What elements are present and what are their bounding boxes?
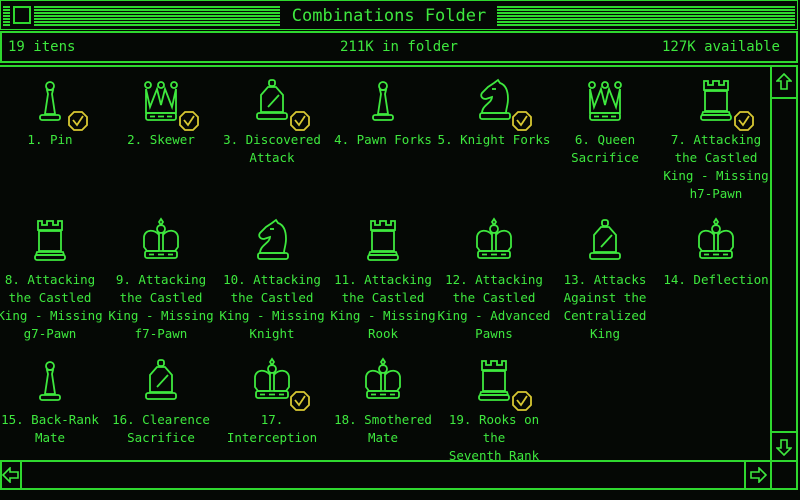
folder-item[interactable]: 1. Pin xyxy=(0,77,110,149)
folder-item[interactable]: 10. Attacking the Castled King - Missing… xyxy=(212,217,332,343)
bishop-icon xyxy=(248,77,310,131)
up-arrow-icon xyxy=(776,73,792,90)
folder-item-label: 3. Discovered Attack xyxy=(223,132,321,165)
title-bar[interactable]: Combinations Folder xyxy=(0,0,798,30)
folder-item-label: 8. Attacking the Castled King - Missing … xyxy=(0,272,103,341)
folder-item-label: 19. Rooks on the Seventh Rank xyxy=(448,412,540,463)
folder-item-label: 6. Queen Sacrifice xyxy=(571,132,639,165)
knight-icon xyxy=(248,217,296,267)
folder-item[interactable]: 12. Attacking the Castled King - Advance… xyxy=(434,217,554,343)
folder-item[interactable]: 7. Attacking the Castled King - Missing … xyxy=(656,77,776,203)
folder-item-label: 12. Attacking the Castled King - Advance… xyxy=(437,272,551,341)
folder-item[interactable]: 11. Attacking the Castled King - Missing… xyxy=(323,217,443,343)
folder-item-label: 10. Attacking the Castled King - Missing… xyxy=(219,272,325,341)
check-badge-icon xyxy=(512,111,532,131)
window-title: Combinations Folder xyxy=(291,6,487,26)
folder-item[interactable]: 2. Skewer xyxy=(101,77,221,149)
king-icon xyxy=(692,217,740,267)
pawn-icon xyxy=(26,77,88,131)
folder-item[interactable]: 17. Interception xyxy=(212,357,332,447)
close-box-icon[interactable] xyxy=(10,3,34,27)
folder-item-label: 14. Deflection xyxy=(663,272,769,287)
king-icon xyxy=(359,357,407,407)
folder-item-label: 1. Pin xyxy=(27,132,73,147)
scroll-up-button[interactable] xyxy=(772,67,796,99)
folder-item-label: 17. Interception xyxy=(226,412,318,445)
available-space: 127K available xyxy=(661,39,780,55)
folder-item[interactable]: 18. Smothered Mate xyxy=(323,357,443,447)
folder-item[interactable]: 15. Back-Rank Mate xyxy=(0,357,110,447)
check-badge-icon xyxy=(68,111,88,131)
folder-item[interactable]: 13. Attacks Against the Centralized King xyxy=(545,217,665,343)
folder-item-label: 2. Skewer xyxy=(127,132,195,147)
knight-icon xyxy=(470,77,532,131)
item-count: 19 itens xyxy=(8,39,76,55)
right-arrow-icon xyxy=(750,467,767,483)
folder-item[interactable]: 4. Pawn Forks xyxy=(323,77,443,149)
rook-icon xyxy=(470,357,532,411)
bishop-icon xyxy=(581,217,629,267)
check-badge-icon xyxy=(179,111,199,131)
rook-icon xyxy=(26,217,74,267)
title-bar-stripes-right xyxy=(497,6,795,26)
check-badge-icon xyxy=(512,391,532,411)
vertical-scrollbar[interactable] xyxy=(770,65,798,461)
resize-corner[interactable] xyxy=(772,462,796,488)
scroll-down-button[interactable] xyxy=(772,431,796,461)
horizontal-scrollbar[interactable] xyxy=(0,460,798,490)
left-arrow-icon xyxy=(2,467,19,483)
folder-content: 1. Pin 2. Skewer 3. Discovered Attack 4. Pa… xyxy=(0,65,770,463)
folder-item[interactable]: 16. Clearence Sacrifice xyxy=(101,357,221,447)
king-icon xyxy=(248,357,310,411)
pawn-icon xyxy=(359,77,407,127)
queen-icon xyxy=(581,77,629,127)
folder-item-label: 18. Smothered Mate xyxy=(334,412,432,445)
rook-icon xyxy=(692,77,754,131)
king-icon xyxy=(470,217,518,267)
folder-item-label: 15. Back-Rank Mate xyxy=(1,412,99,445)
bishop-icon xyxy=(137,357,185,407)
rook-icon xyxy=(359,217,407,267)
folder-item[interactable]: 9. Attacking the Castled King - Missing … xyxy=(101,217,221,343)
folder-item[interactable]: 3. Discovered Attack xyxy=(212,77,332,167)
folder-item[interactable]: 8. Attacking the Castled King - Missing … xyxy=(0,217,110,343)
folder-item-label: 11. Attacking the Castled King - Missing… xyxy=(330,272,436,341)
folder-item-label: 16. Clearence Sacrifice xyxy=(112,412,210,445)
folder-item-label: 4. Pawn Forks xyxy=(334,132,432,147)
check-badge-icon xyxy=(290,111,310,131)
folder-item[interactable]: 14. Deflection xyxy=(656,217,776,289)
title-bar-stripes-left xyxy=(3,6,280,26)
folder-item-label: 7. Attacking the Castled King - Missing … xyxy=(663,132,769,201)
scroll-left-button[interactable] xyxy=(2,462,22,488)
check-badge-icon xyxy=(290,391,310,411)
check-badge-icon xyxy=(734,111,754,131)
info-bar: 211K in folder 19 itens 127K available xyxy=(0,31,798,63)
folder-item[interactable]: 6. Queen Sacrifice xyxy=(545,77,665,167)
down-arrow-icon xyxy=(776,439,792,456)
folder-item-label: 5. Knight Forks xyxy=(437,132,551,147)
folder-item-label: 13. Attacks Against the Centralized King xyxy=(563,272,647,341)
pawn-icon xyxy=(26,357,74,407)
scroll-right-button[interactable] xyxy=(744,462,772,488)
folder-item-label: 9. Attacking the Castled King - Missing … xyxy=(108,272,214,341)
king-icon xyxy=(137,217,185,267)
folder-item[interactable]: 19. Rooks on the Seventh Rank xyxy=(434,357,554,465)
folder-item[interactable]: 5. Knight Forks xyxy=(434,77,554,149)
queen-icon xyxy=(137,77,199,131)
